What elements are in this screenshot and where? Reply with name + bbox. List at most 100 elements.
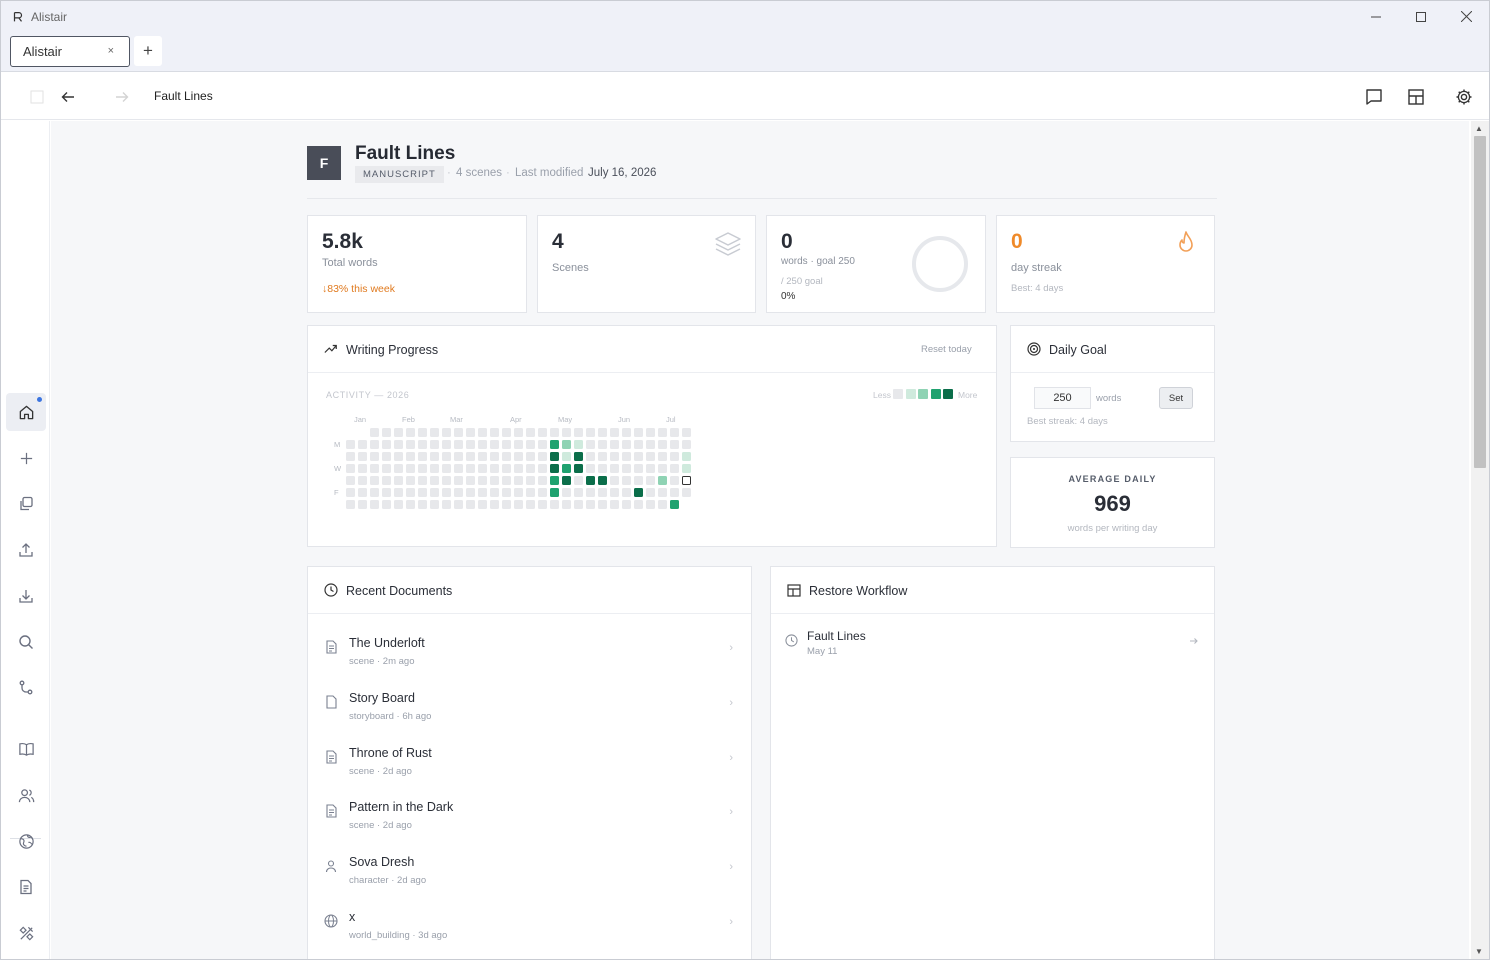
heatmap-cell[interactable] (550, 440, 559, 449)
heatmap-cell[interactable] (466, 476, 475, 485)
heatmap-cell[interactable] (430, 428, 439, 437)
heatmap-cell[interactable] (370, 476, 379, 485)
heatmap-cell[interactable] (622, 428, 631, 437)
heatmap-cell[interactable] (502, 440, 511, 449)
heatmap-cell[interactable] (478, 500, 487, 509)
heatmap-cell[interactable] (430, 452, 439, 461)
heatmap-cell[interactable] (538, 464, 547, 473)
heatmap-cell[interactable] (358, 500, 367, 509)
heatmap-cell[interactable] (358, 488, 367, 497)
heatmap-cell[interactable] (346, 476, 355, 485)
heatmap-cell[interactable] (550, 464, 559, 473)
heatmap-cell[interactable] (682, 452, 691, 461)
heatmap-cell[interactable] (370, 440, 379, 449)
heatmap-cell[interactable] (394, 452, 403, 461)
heatmap-cell[interactable] (514, 476, 523, 485)
heatmap-cell[interactable] (514, 428, 523, 437)
heatmap-cell[interactable] (418, 476, 427, 485)
heatmap-cell[interactable] (646, 464, 655, 473)
heatmap-cell[interactable] (634, 440, 643, 449)
heatmap-cell[interactable] (586, 500, 595, 509)
heatmap-cell[interactable] (382, 488, 391, 497)
heatmap-cell[interactable] (406, 464, 415, 473)
rail-home[interactable] (6, 393, 46, 431)
heatmap-cell[interactable] (358, 452, 367, 461)
heatmap-cell[interactable] (502, 476, 511, 485)
heatmap-cell[interactable] (382, 464, 391, 473)
heatmap-cell[interactable] (430, 440, 439, 449)
heatmap-cell[interactable] (682, 476, 691, 485)
heatmap-cell[interactable] (682, 464, 691, 473)
heatmap-cell[interactable] (574, 440, 583, 449)
rail-characters[interactable] (6, 776, 46, 814)
heatmap-cell[interactable] (406, 476, 415, 485)
heatmap-cell[interactable] (346, 500, 355, 509)
heatmap-cell[interactable] (538, 452, 547, 461)
heatmap-cell[interactable] (586, 440, 595, 449)
heatmap-cell[interactable] (598, 464, 607, 473)
heatmap-cell[interactable] (478, 476, 487, 485)
heatmap-cell[interactable] (610, 464, 619, 473)
sidebar-toggle-button[interactable] (25, 85, 49, 109)
tab-close-button[interactable]: × (108, 45, 114, 57)
heatmap-cell[interactable] (370, 428, 379, 437)
heatmap-cell[interactable] (382, 476, 391, 485)
heatmap-cell[interactable] (394, 500, 403, 509)
heatmap-cell[interactable] (430, 488, 439, 497)
heatmap-cell[interactable] (514, 488, 523, 497)
settings-button[interactable] (1452, 85, 1476, 109)
heatmap-cell[interactable] (622, 452, 631, 461)
heatmap-cell[interactable] (682, 428, 691, 437)
heatmap-cell[interactable] (478, 464, 487, 473)
back-button[interactable] (56, 85, 80, 109)
heatmap-cell[interactable] (670, 476, 679, 485)
heatmap-cell[interactable] (610, 452, 619, 461)
heatmap-cell[interactable] (478, 440, 487, 449)
heatmap-cell[interactable] (658, 452, 667, 461)
heatmap-cell[interactable] (406, 428, 415, 437)
heatmap-cell[interactable] (478, 452, 487, 461)
heatmap-cell[interactable] (526, 428, 535, 437)
heatmap-cell[interactable] (646, 476, 655, 485)
heatmap-cell[interactable] (454, 476, 463, 485)
heatmap-cell[interactable] (418, 464, 427, 473)
heatmap-cell[interactable] (646, 452, 655, 461)
minimize-button[interactable] (1353, 1, 1399, 32)
heatmap-cell[interactable] (346, 464, 355, 473)
heatmap-cell[interactable] (358, 476, 367, 485)
scroll-up-arrow[interactable]: ▲ (1475, 124, 1483, 133)
recent-doc-row[interactable]: Sova Dresh character · 2d ago › (308, 844, 751, 899)
heatmap-cell[interactable] (682, 440, 691, 449)
heatmap-cell[interactable] (466, 428, 475, 437)
heatmap-cell[interactable] (394, 428, 403, 437)
heatmap-cell[interactable] (454, 440, 463, 449)
rail-new[interactable] (6, 439, 46, 477)
heatmap-cell[interactable] (622, 500, 631, 509)
heatmap-cell[interactable] (682, 488, 691, 497)
heatmap-cell[interactable] (394, 476, 403, 485)
heatmap-cell[interactable] (502, 464, 511, 473)
heatmap-cell[interactable] (490, 452, 499, 461)
heatmap-cell[interactable] (406, 500, 415, 509)
workflow-row[interactable]: Fault Lines May 11 (771, 623, 1214, 663)
heatmap-cell[interactable] (562, 488, 571, 497)
heatmap-cell[interactable] (574, 452, 583, 461)
heatmap-cell[interactable] (562, 464, 571, 473)
heatmap-cell[interactable] (574, 464, 583, 473)
maximize-button[interactable] (1398, 1, 1444, 32)
heatmap-cell[interactable] (670, 464, 679, 473)
heatmap-cell[interactable] (370, 452, 379, 461)
rail-tools[interactable] (6, 914, 46, 952)
heatmap-cell[interactable] (586, 452, 595, 461)
heatmap-cell[interactable] (442, 452, 451, 461)
heatmap-cell[interactable] (526, 500, 535, 509)
heatmap-cell[interactable] (670, 500, 679, 509)
heatmap-cell[interactable] (418, 488, 427, 497)
heatmap-cell[interactable] (550, 488, 559, 497)
heatmap-cell[interactable] (394, 488, 403, 497)
heatmap-cell[interactable] (490, 500, 499, 509)
heatmap-cell[interactable] (658, 476, 667, 485)
heatmap-cell[interactable] (406, 440, 415, 449)
heatmap-cell[interactable] (430, 476, 439, 485)
comments-button[interactable] (1362, 85, 1386, 109)
